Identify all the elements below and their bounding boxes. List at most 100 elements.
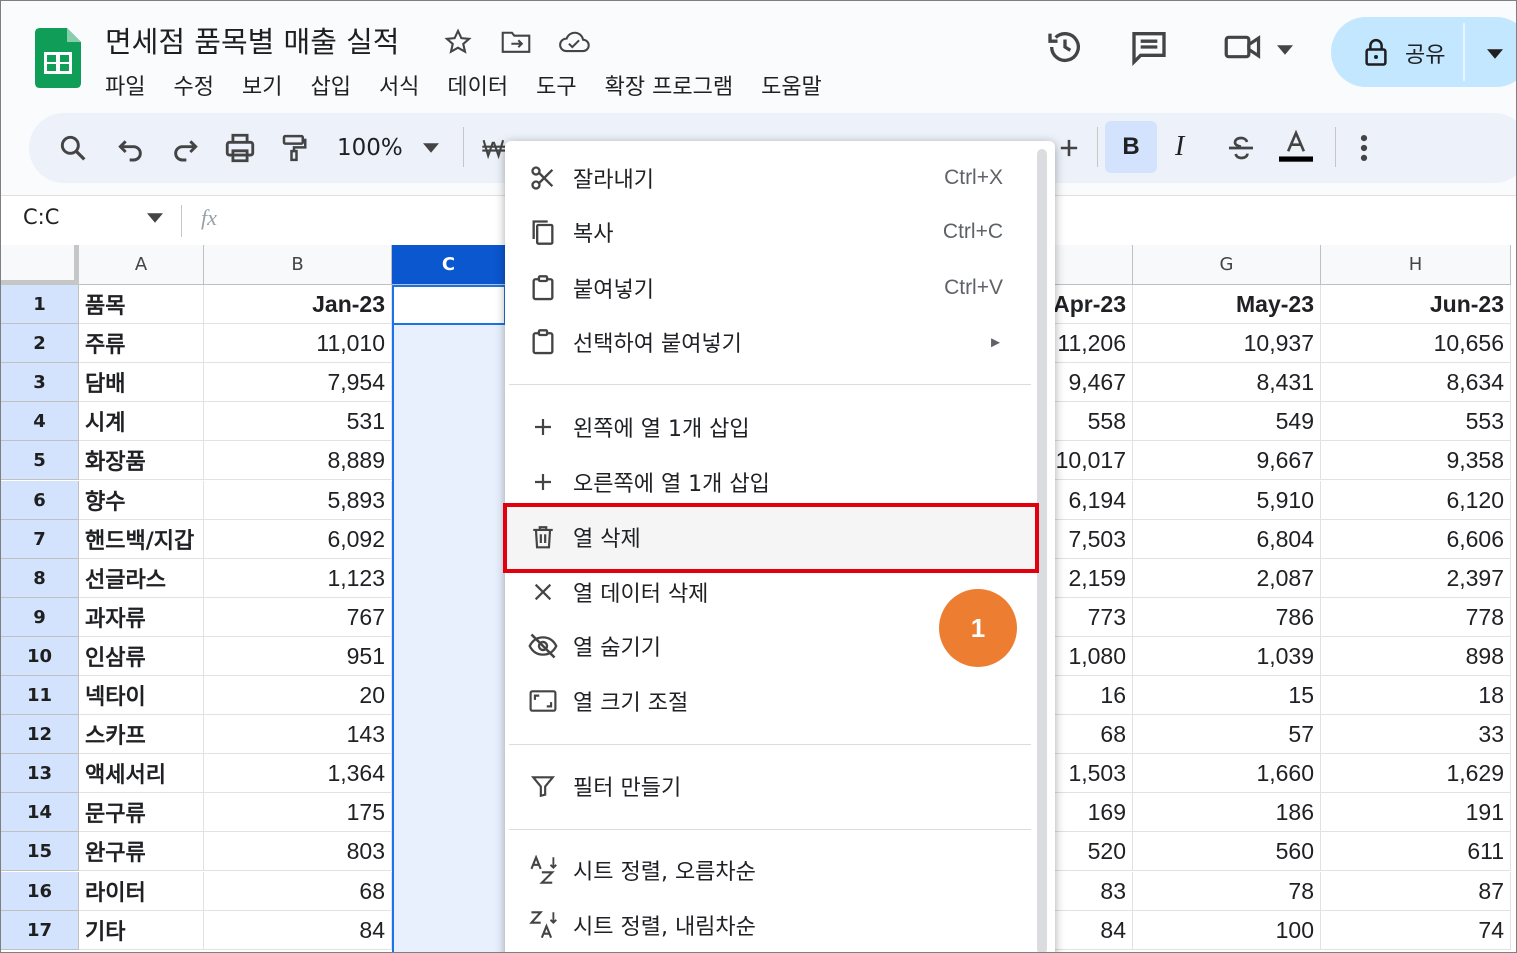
- zoom-select[interactable]: 100%: [337, 135, 403, 161]
- table-cell[interactable]: 선글라스: [79, 559, 204, 598]
- table-cell[interactable]: 10,937: [1133, 324, 1321, 363]
- table-cell[interactable]: 560: [1133, 832, 1321, 871]
- table-cell[interactable]: 778: [1321, 598, 1511, 637]
- table-cell[interactable]: 20: [204, 676, 392, 715]
- table-cell[interactable]: 7,954: [204, 363, 392, 402]
- table-cell[interactable]: 스카프: [79, 715, 204, 754]
- column-header-c[interactable]: C: [392, 245, 506, 285]
- table-cell[interactable]: 553: [1321, 402, 1511, 441]
- share-chevron-down-icon[interactable]: [1487, 49, 1503, 59]
- menu-item-paste[interactable]: 붙여넣기 Ctrl+V: [525, 263, 1025, 313]
- table-cell[interactable]: 767: [204, 598, 392, 637]
- sheets-logo-icon[interactable]: [35, 28, 81, 88]
- row-header[interactable]: 15: [1, 832, 79, 871]
- menu-item-sort-asc[interactable]: 시트 정렬, 오름차순: [525, 845, 1025, 895]
- table-cell[interactable]: 531: [204, 402, 392, 441]
- star-icon[interactable]: [441, 27, 475, 57]
- print-icon[interactable]: [223, 131, 257, 165]
- table-cell[interactable]: 인삼류: [79, 637, 204, 676]
- table-cell[interactable]: 100: [1133, 911, 1321, 950]
- menu-view[interactable]: 보기: [242, 69, 282, 101]
- table-cell[interactable]: 1,629: [1321, 754, 1511, 793]
- table-cell[interactable]: 2,397: [1321, 559, 1511, 598]
- table-cell[interactable]: 68: [204, 872, 392, 911]
- paint-format-icon[interactable]: [279, 131, 309, 165]
- table-cell[interactable]: 6,092: [204, 520, 392, 559]
- table-cell[interactable]: 1,660: [1133, 754, 1321, 793]
- table-cell[interactable]: 84: [204, 911, 392, 950]
- table-cell[interactable]: 898: [1321, 637, 1511, 676]
- table-cell[interactable]: 186: [1133, 793, 1321, 832]
- table-cell[interactable]: 11,010: [204, 324, 392, 363]
- column-header-h[interactable]: H: [1321, 245, 1511, 285]
- table-cell[interactable]: 143: [204, 715, 392, 754]
- column-c-selection[interactable]: [392, 285, 506, 952]
- table-cell[interactable]: 화장품: [79, 441, 204, 480]
- table-cell[interactable]: 611: [1321, 832, 1511, 871]
- table-cell[interactable]: 시계: [79, 402, 204, 441]
- table-cell[interactable]: 문구류: [79, 793, 204, 832]
- table-cell[interactable]: 품목: [79, 285, 204, 324]
- name-box-chevron-down-icon[interactable]: [147, 213, 163, 223]
- row-header[interactable]: 13: [1, 754, 79, 793]
- table-cell[interactable]: Jun-23: [1321, 285, 1511, 324]
- table-cell[interactable]: 담배: [79, 363, 204, 402]
- table-cell[interactable]: 87: [1321, 872, 1511, 911]
- menu-item-resize-column[interactable]: 열 크기 조절: [525, 676, 1025, 726]
- row-header[interactable]: 8: [1, 559, 79, 598]
- row-header[interactable]: 12: [1, 715, 79, 754]
- table-cell[interactable]: 74: [1321, 911, 1511, 950]
- table-cell[interactable]: 완구류: [79, 832, 204, 871]
- table-cell[interactable]: 78: [1133, 872, 1321, 911]
- menu-item-insert-right[interactable]: 오른쪽에 열 1개 삽입: [525, 457, 1025, 507]
- row-header[interactable]: 7: [1, 520, 79, 559]
- menu-insert[interactable]: 삽입: [310, 69, 350, 101]
- row-header[interactable]: 16: [1, 872, 79, 911]
- table-cell[interactable]: 786: [1133, 598, 1321, 637]
- row-header[interactable]: 17: [1, 911, 79, 950]
- table-cell[interactable]: 1,364: [204, 754, 392, 793]
- table-cell[interactable]: 15: [1133, 676, 1321, 715]
- select-all-corner[interactable]: [1, 245, 79, 285]
- comments-icon[interactable]: [1129, 27, 1169, 67]
- text-color-icon[interactable]: [1275, 129, 1317, 163]
- table-cell[interactable]: 9,667: [1133, 441, 1321, 480]
- table-cell[interactable]: 8,634: [1321, 363, 1511, 402]
- move-folder-icon[interactable]: [499, 27, 533, 57]
- table-cell[interactable]: 6,606: [1321, 520, 1511, 559]
- table-cell[interactable]: 57: [1133, 715, 1321, 754]
- table-cell[interactable]: 2,087: [1133, 559, 1321, 598]
- table-cell[interactable]: 과자류: [79, 598, 204, 637]
- table-cell[interactable]: 라이터: [79, 872, 204, 911]
- bold-button[interactable]: B: [1105, 121, 1157, 173]
- menu-item-insert-left[interactable]: 왼쪽에 열 1개 삽입: [525, 402, 1025, 452]
- row-header[interactable]: 11: [1, 676, 79, 715]
- table-cell[interactable]: 8,431: [1133, 363, 1321, 402]
- table-cell[interactable]: 175: [204, 793, 392, 832]
- table-cell[interactable]: 6,804: [1133, 520, 1321, 559]
- table-cell[interactable]: 1,123: [204, 559, 392, 598]
- menu-file[interactable]: 파일: [105, 69, 145, 101]
- font-size-increase-icon[interactable]: [1055, 131, 1083, 165]
- menu-format[interactable]: 서식: [379, 69, 419, 101]
- column-header-a[interactable]: A: [79, 245, 204, 285]
- row-header[interactable]: 3: [1, 363, 79, 402]
- row-header[interactable]: 2: [1, 324, 79, 363]
- table-cell[interactable]: 191: [1321, 793, 1511, 832]
- menu-help[interactable]: 도움말: [761, 69, 822, 101]
- menu-item-copy[interactable]: 복사 Ctrl+C: [525, 207, 1025, 257]
- table-cell[interactable]: 주류: [79, 324, 204, 363]
- cloud-saved-icon[interactable]: [557, 27, 591, 57]
- row-header[interactable]: 4: [1, 402, 79, 441]
- table-cell[interactable]: 넥타이: [79, 676, 204, 715]
- table-cell[interactable]: 549: [1133, 402, 1321, 441]
- table-cell[interactable]: 18: [1321, 676, 1511, 715]
- table-cell[interactable]: 6,120: [1321, 481, 1511, 520]
- name-box[interactable]: C:C: [23, 205, 59, 229]
- redo-icon[interactable]: [169, 131, 201, 165]
- strikethrough-icon[interactable]: [1225, 131, 1257, 165]
- menu-item-cut[interactable]: 잘라내기 Ctrl+X: [525, 153, 1025, 203]
- table-cell[interactable]: 액세서리: [79, 754, 204, 793]
- menu-item-sort-desc[interactable]: 시트 정렬, 내림차순: [525, 900, 1025, 950]
- column-header-g[interactable]: G: [1133, 245, 1321, 285]
